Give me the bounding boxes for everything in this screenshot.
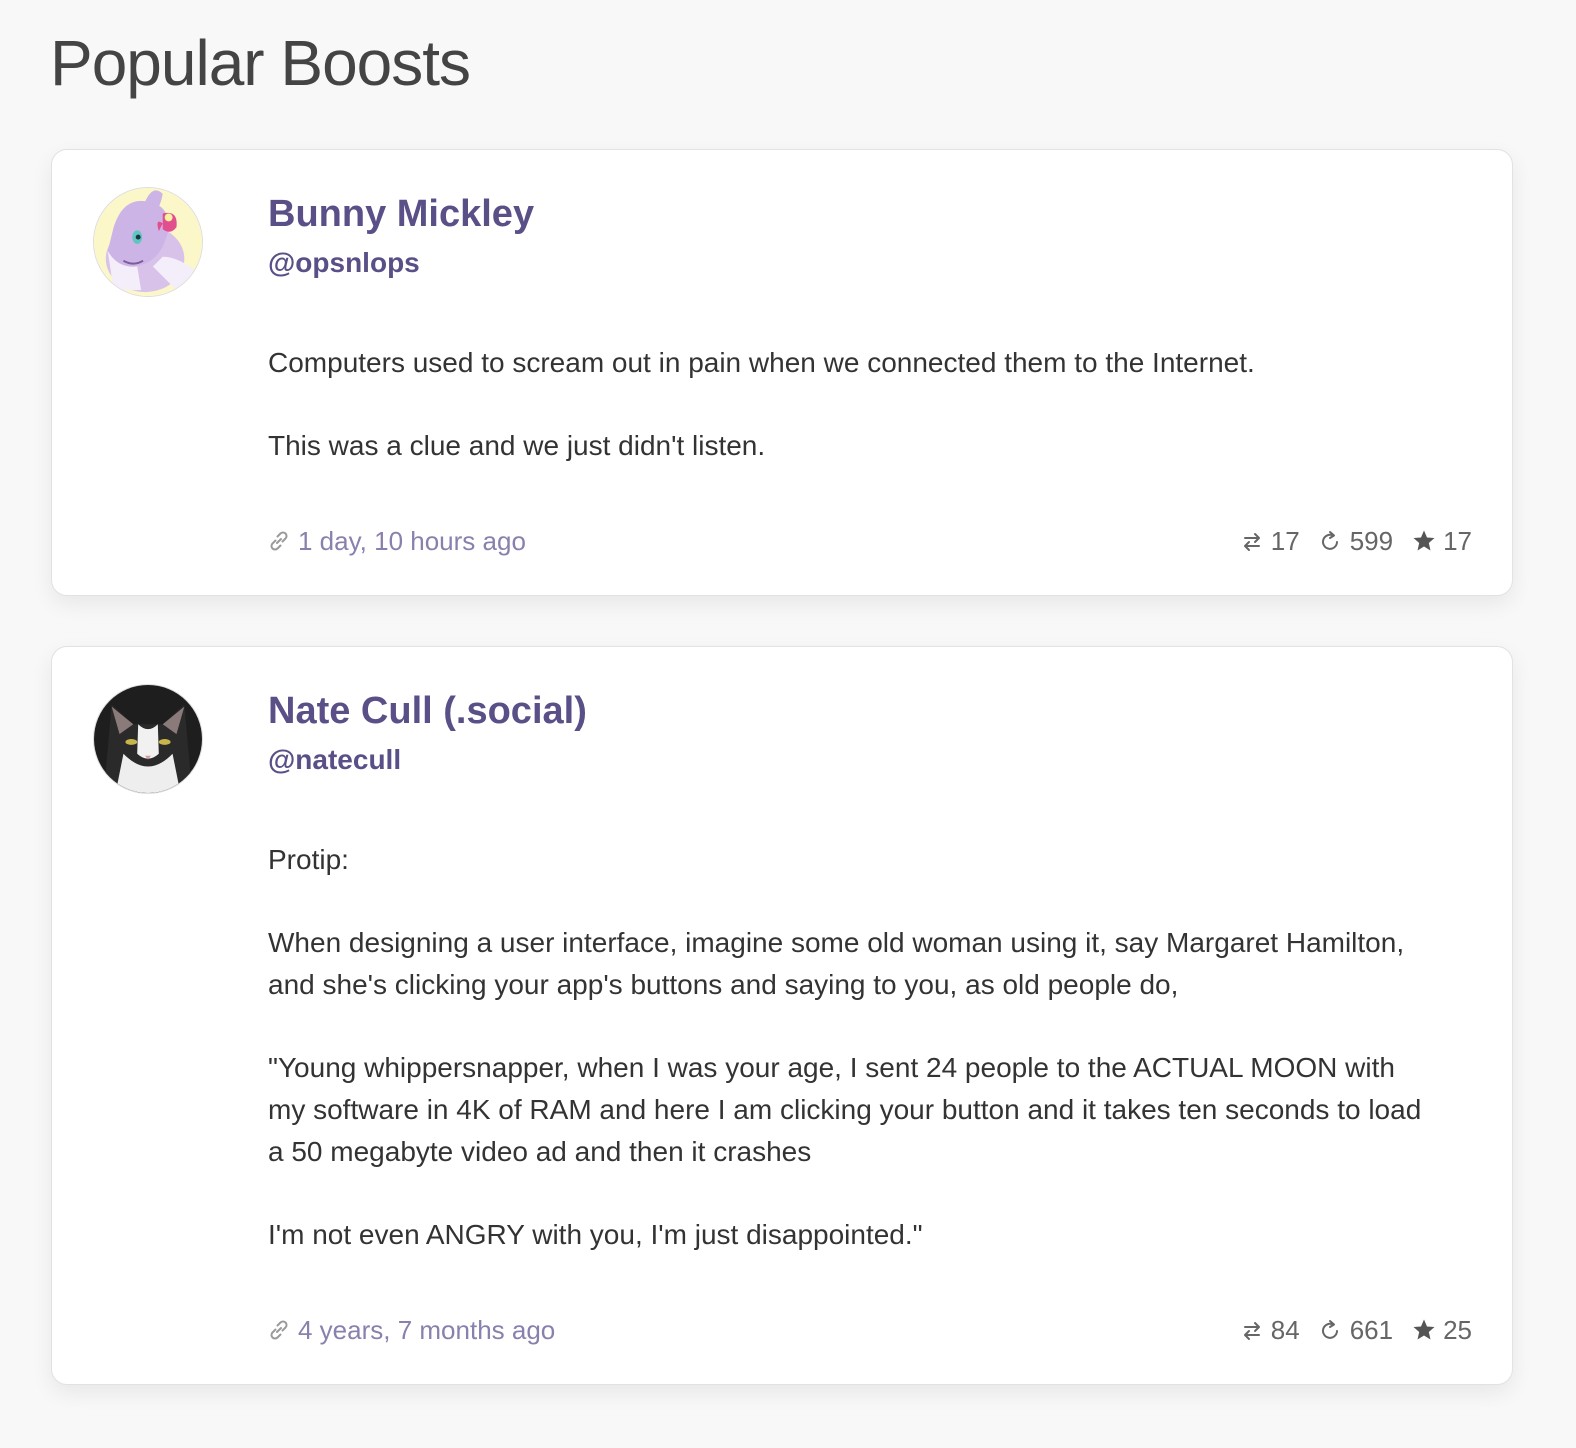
post-paragraph: I'm not even ANGRY with you, I'm just di… (268, 1219, 923, 1250)
boost-count[interactable]: 661 (1318, 1315, 1393, 1346)
reply-count[interactable]: 84 (1239, 1315, 1300, 1346)
post-permalink[interactable]: 4 years, 7 months ago (266, 1315, 555, 1346)
post-paragraph: This was a clue and we just didn't liste… (268, 430, 766, 461)
post-footer: 1 day, 10 hours ago 17 599 17 (266, 521, 1472, 561)
post-paragraph: Computers used to scream out in pain whe… (268, 347, 1255, 378)
author-handle[interactable]: @opsnlops (268, 247, 420, 279)
favourite-count-value: 17 (1443, 525, 1472, 556)
link-icon (266, 1317, 292, 1343)
boost-icon (1318, 1317, 1344, 1343)
boost-icon (1318, 528, 1344, 554)
reply-count-value: 17 (1270, 525, 1300, 556)
post-stats: 17 599 17 (1221, 526, 1472, 557)
boost-count-value: 599 (1349, 525, 1394, 556)
post-footer: 4 years, 7 months ago 84 661 25 (266, 1310, 1472, 1350)
post-permalink[interactable]: 1 day, 10 hours ago (266, 526, 526, 557)
favourite-count[interactable]: 25 (1411, 1315, 1472, 1346)
reply-icon (1239, 1317, 1265, 1343)
boost-count[interactable]: 599 (1318, 526, 1393, 557)
boost-count-value: 661 (1349, 1314, 1394, 1345)
reply-icon (1239, 528, 1265, 554)
post-timestamp: 1 day, 10 hours ago (298, 525, 526, 556)
post-card: Nate Cull (.social) @natecull Protip: Wh… (51, 646, 1513, 1385)
post-paragraph: "Young whippersnapper, when I was your a… (268, 1052, 1422, 1167)
post-paragraph: When designing a user interface, imagine… (268, 927, 1405, 1000)
favourite-count-value: 25 (1443, 1314, 1472, 1345)
post-stats: 84 661 25 (1221, 1315, 1472, 1346)
avatar-cat-image (94, 685, 202, 793)
favourite-count[interactable]: 17 (1411, 526, 1472, 557)
avatar[interactable] (93, 684, 203, 794)
author-handle[interactable]: @natecull (268, 744, 401, 776)
post-content: Computers used to scream out in pain whe… (268, 342, 1428, 467)
star-icon (1411, 1317, 1437, 1343)
page-title: Popular Boosts (50, 27, 471, 99)
post-card: Bunny Mickley @opsnlops Computers used t… (51, 149, 1513, 596)
star-icon (1411, 528, 1437, 554)
reply-count-value: 84 (1270, 1314, 1300, 1345)
post-timestamp: 4 years, 7 months ago (298, 1314, 556, 1345)
author-name[interactable]: Bunny Mickley (268, 193, 534, 236)
author-name[interactable]: Nate Cull (.social) (268, 690, 587, 733)
avatar[interactable] (93, 187, 203, 297)
link-icon (266, 528, 292, 554)
reply-count[interactable]: 17 (1239, 526, 1300, 557)
avatar-bunny-image (94, 188, 202, 296)
post-paragraph: Protip: (268, 844, 349, 875)
popular-boosts-page: Popular Boosts Bunny Mickley @opsnlops C… (0, 0, 1576, 1448)
post-content: Protip: When designing a user interface,… (268, 839, 1428, 1256)
